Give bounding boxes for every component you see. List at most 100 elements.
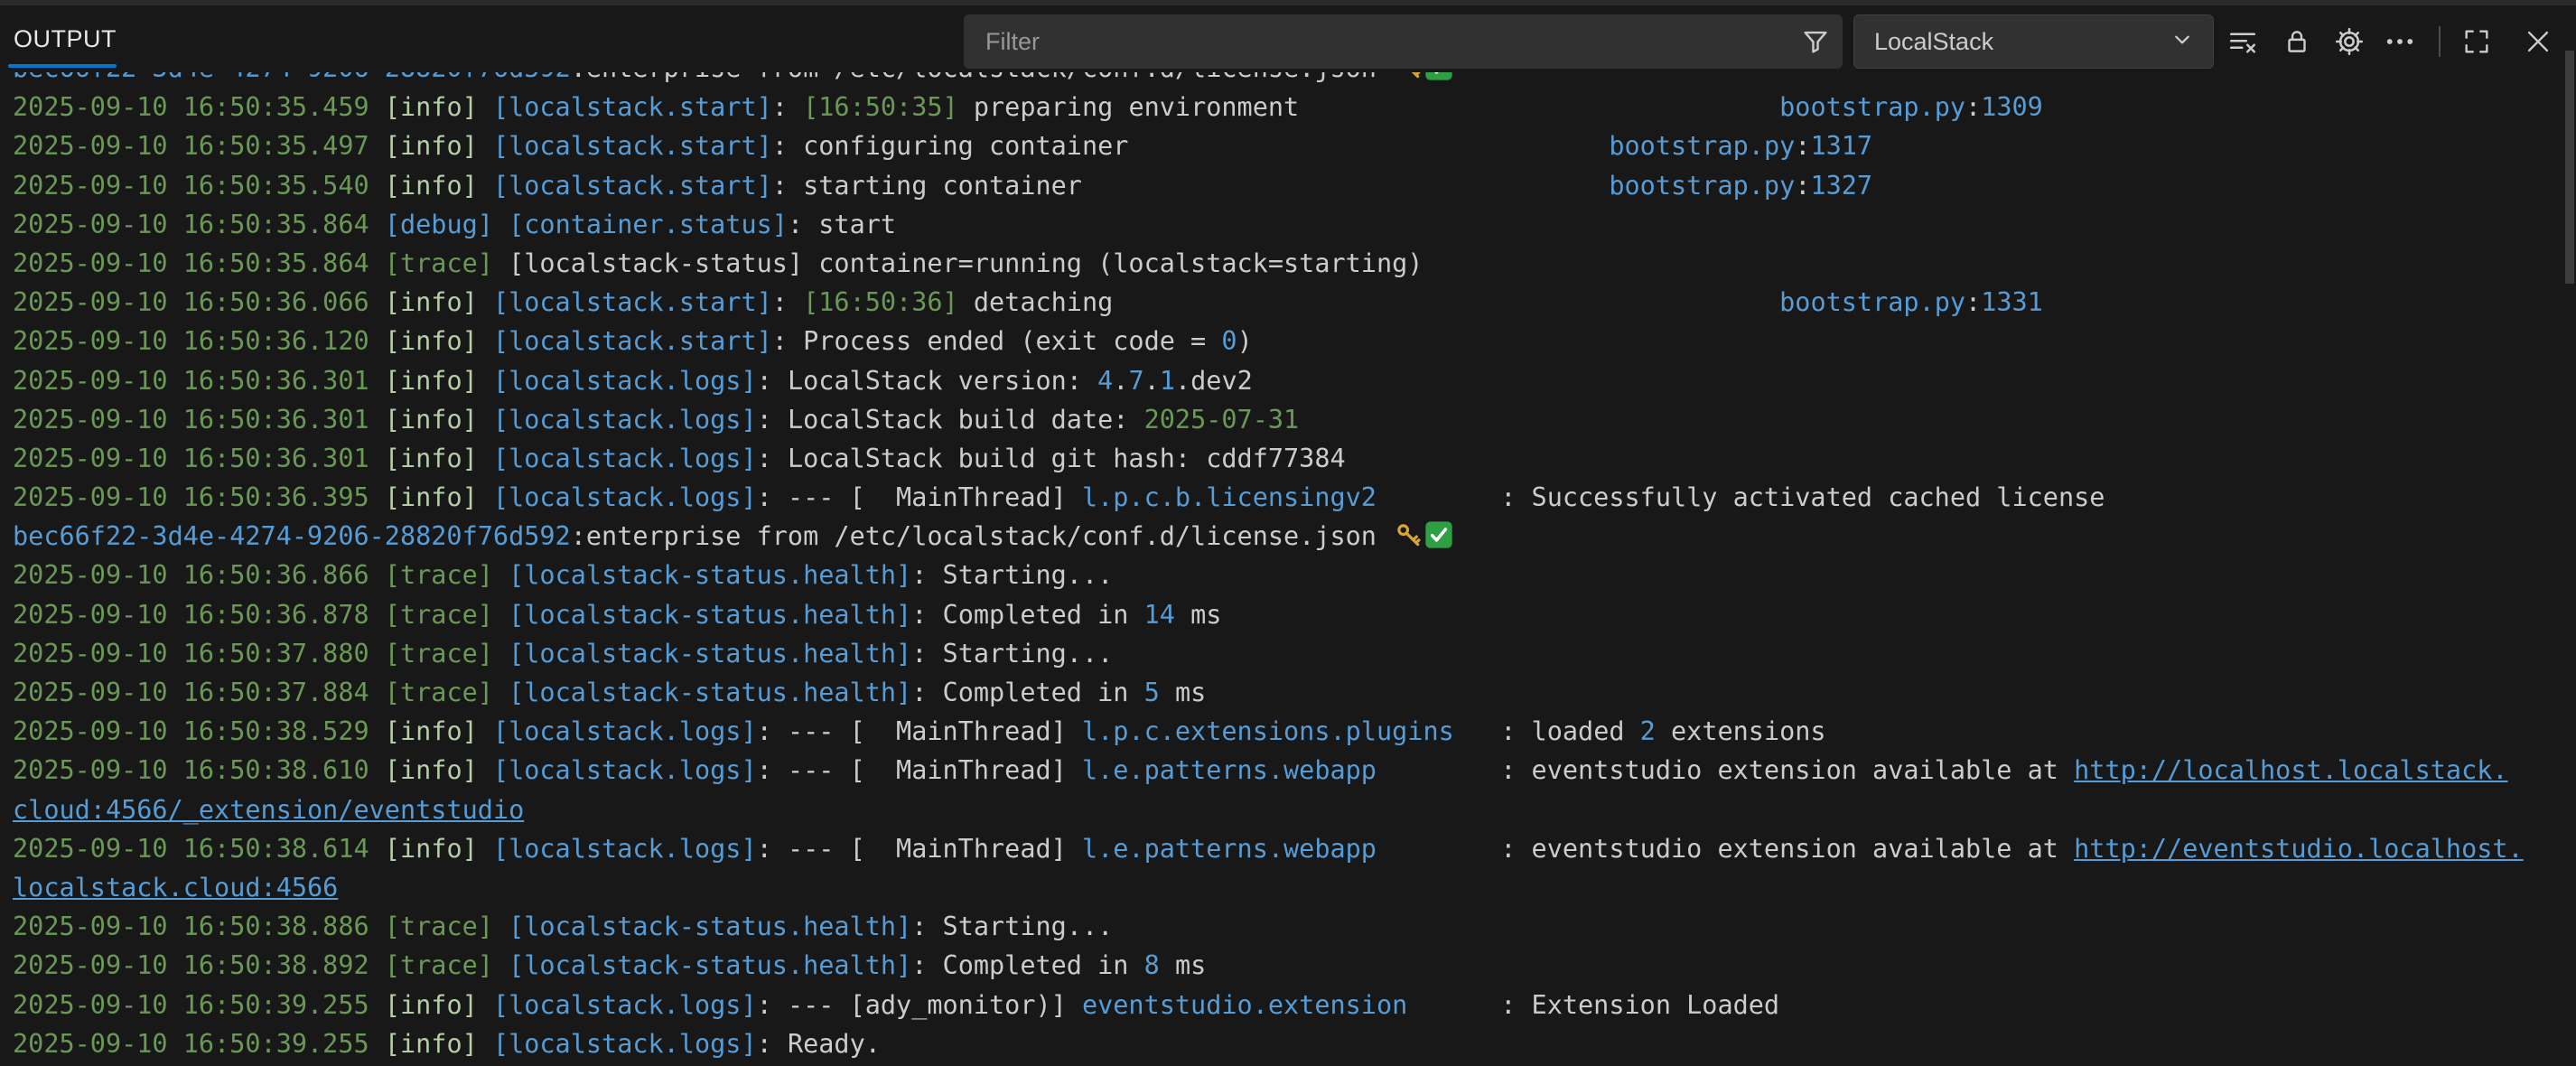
log-text-segment: 2025-09-10 16:50:36.395: [13, 482, 385, 512]
log-text-segment: 2: [1640, 716, 1656, 746]
log-text-segment: [localstack.logs]: [493, 405, 757, 435]
log-text-segment: [info]: [385, 287, 493, 317]
filter-box: [964, 14, 1843, 69]
log-text-segment: 5: [1144, 678, 1160, 707]
log-line: 2025-09-10 16:50:38.886 [trace] [localst…: [0, 907, 2576, 946]
log-line: 2025-09-10 16:50:36.866 [trace] [localst…: [0, 556, 2576, 594]
log-link[interactable]: http://eventstudio.localhost.: [2074, 834, 2524, 864]
log-text-segment: ): [1237, 326, 1253, 356]
log-text-segment: : Starting...: [911, 560, 1113, 590]
log-line: 2025-09-10 16:50:36.066 [info] [localsta…: [0, 283, 2576, 322]
log-text-segment: 14: [1144, 600, 1175, 630]
log-text-segment: .: [1144, 366, 1160, 396]
log-text-segment: [debug]: [385, 210, 493, 239]
log-text-segment: : --- [ MainThread]: [757, 755, 1082, 785]
log-text-segment: bootstrap.py: [1609, 171, 1795, 201]
log-text-segment: 2025-09-10 16:50:36.066: [13, 287, 385, 317]
lock-scroll-icon[interactable]: [2280, 24, 2314, 59]
output-panel: bec66f22-3d4e-4274-9206-28820f76d592:ent…: [0, 0, 2576, 1066]
log-text-segment: 2025-09-10 16:50:38.529: [13, 716, 385, 746]
tab-output[interactable]: OUTPUT: [14, 25, 117, 53]
log-text-segment: ms: [1175, 600, 1221, 630]
log-text-segment: : Completed in: [911, 678, 1143, 707]
log-text-segment: [localstack-status.health]: [509, 912, 911, 941]
filter-funnel-icon[interactable]: [1788, 26, 1843, 57]
log-text-segment: 4: [1097, 366, 1113, 396]
log-text-segment: [localstack-status] container=running (l…: [493, 248, 1423, 278]
log-text-segment: bootstrap.py: [1609, 131, 1795, 161]
maximize-panel-icon[interactable]: [2459, 24, 2494, 59]
log-line: 2025-09-10 16:50:38.529 [info] [localsta…: [0, 712, 2576, 751]
log-text-segment: :: [1795, 131, 1810, 161]
log-text-segment: :: [772, 92, 803, 122]
log-text-segment: 2025-09-10 16:50:37.880: [13, 639, 385, 669]
log-text-segment: [localstack.start]: [493, 131, 772, 161]
log-line: 2025-09-10 16:50:39.255 [info] [localsta…: [0, 986, 2576, 1024]
log-text-segment: 2025-09-10 16:50:35.497: [13, 131, 385, 161]
log-line: bec66f22-3d4e-4274-9206-28820f76d592:ent…: [0, 517, 2576, 556]
log-text-segment: : start: [788, 210, 896, 239]
log-line: 2025-09-10 16:50:35.864 [debug] [contain…: [0, 205, 2576, 244]
log-text-segment: [1128, 131, 1609, 161]
log-line: cloud:4566/_extension/eventstudio: [0, 790, 2576, 829]
log-text-segment: .dev2: [1175, 366, 1253, 396]
log-line: 2025-09-10 16:50:38.610 [info] [localsta…: [0, 751, 2576, 790]
log-text-segment: : Completed in: [911, 600, 1143, 630]
log-text-segment: [trace]: [385, 248, 493, 278]
log-text-segment: 2025-09-10 16:50:38.886: [13, 912, 385, 941]
log-text-segment: : --- [ MainThread]: [757, 834, 1082, 864]
log-link[interactable]: http://localhost.localstack.: [2074, 755, 2507, 785]
channel-select-label: LocalStack: [1874, 28, 1993, 56]
chevron-down-icon: [2168, 25, 2197, 59]
log-text-segment: [localstack.start]: [493, 92, 772, 122]
log-text-segment: 2025-09-10 16:50:38.610: [13, 755, 385, 785]
log-link[interactable]: cloud:4566/_extension/eventstudio: [13, 795, 524, 825]
log-line: 2025-09-10 16:50:36.120 [info] [localsta…: [0, 322, 2576, 360]
log-text-segment: [localstack.logs]: [493, 716, 757, 746]
log-text-segment: [localstack-status.health]: [509, 600, 911, 630]
log-text-segment: : Starting...: [911, 912, 1113, 941]
panel-top-border: [0, 0, 2576, 5]
log-text-segment: [info]: [385, 1029, 493, 1059]
panel-header: OUTPUT LocalStack: [0, 0, 2576, 72]
log-text-segment: [localstack-status.health]: [509, 678, 911, 707]
vertical-scrollbar[interactable]: [2565, 51, 2574, 284]
log-text-segment: [1113, 287, 1779, 317]
log-text-segment: [localstack.logs]: [493, 1029, 757, 1059]
log-text-segment: [493, 210, 509, 239]
log-line: 2025-09-10 16:50:38.892 [trace] [localst…: [0, 946, 2576, 985]
log-text-segment: [localstack.logs]: [493, 444, 757, 473]
log-text-segment: [info]: [385, 716, 493, 746]
log-text-segment: 2025-09-10 16:50:38.614: [13, 834, 385, 864]
log-text-segment: [493, 639, 509, 669]
clear-output-icon[interactable]: [2226, 24, 2260, 59]
log-text-segment: 2025-09-10 16:50:36.301: [13, 405, 385, 435]
log-text-segment: bootstrap.py: [1779, 287, 1965, 317]
log-line: 2025-09-10 16:50:37.884 [trace] [localst…: [0, 673, 2576, 712]
log-text-segment: [1299, 92, 1779, 122]
settings-gear-icon[interactable]: [2332, 24, 2366, 59]
log-text-segment: [493, 560, 509, 590]
log-text-segment: 2025-09-10 16:50:36.120: [13, 326, 385, 356]
channel-select[interactable]: LocalStack: [1853, 14, 2214, 69]
log-text-segment: 2025-07-31: [1144, 405, 1300, 435]
check-emoji: [1423, 521, 1453, 551]
log-text-segment: 1317: [1810, 131, 1872, 161]
close-panel-icon[interactable]: [2521, 24, 2555, 59]
log-text-segment: [info]: [385, 131, 493, 161]
log-line: 2025-09-10 16:50:36.301 [info] [localsta…: [0, 361, 2576, 400]
log-text-segment: [localstack.logs]: [493, 990, 757, 1020]
log-line: localstack.cloud:4566: [0, 868, 2576, 907]
log-link[interactable]: localstack.cloud:4566: [13, 873, 338, 902]
log-text-segment: [localstack.logs]: [493, 755, 757, 785]
filter-input[interactable]: [964, 28, 1788, 56]
log-text-segment: detaching: [958, 287, 1114, 317]
more-actions-icon[interactable]: [2383, 24, 2417, 59]
log-text-segment: [localstack.start]: [493, 326, 772, 356]
log-text-segment: :: [772, 287, 803, 317]
log-text-segment: : Successfully activated cached license: [1377, 482, 2105, 512]
log-text-segment: [localstack-status.health]: [509, 950, 911, 980]
log-line: 2025-09-10 16:50:37.880 [trace] [localst…: [0, 634, 2576, 673]
log-text-segment: : --- [ MainThread]: [757, 716, 1082, 746]
log-text-segment: [container.status]: [509, 210, 788, 239]
